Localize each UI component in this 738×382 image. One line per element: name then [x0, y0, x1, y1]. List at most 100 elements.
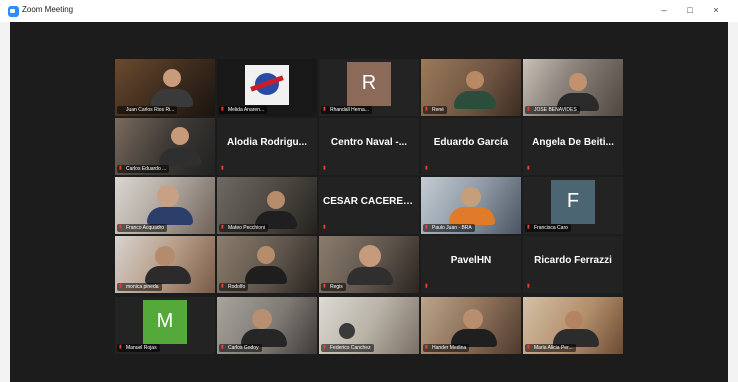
participant-name: CESAR CACERES... — [323, 196, 415, 207]
mic-muted-icon: ▮ — [119, 283, 122, 289]
person-body — [245, 266, 287, 284]
participant-name-label: ▮ Mateo Pecchioni — [219, 224, 268, 232]
person-head — [461, 187, 481, 207]
participant-tile[interactable]: Ricardo Ferrazzi ▮ — [523, 236, 623, 293]
mic-muted-icon: ▮ — [527, 344, 530, 350]
person-head — [463, 309, 483, 329]
mic-muted-icon: ▮ — [527, 224, 530, 230]
person-body — [145, 266, 191, 284]
participant-tile[interactable]: R ▮ Rhandall Herna... — [319, 59, 419, 116]
restore-button[interactable]: □ — [680, 3, 700, 17]
participant-tile[interactable]: CESAR CACERES... ▮ — [319, 177, 419, 234]
mic-muted-icon: ▮ — [323, 344, 326, 350]
participant-name-label: ▮ Melida Anaren... — [219, 106, 268, 114]
participant-name-label: ▮ Manuel Rojas — [117, 344, 160, 352]
participant-tile[interactable]: Angela De Beiti... ▮ — [523, 118, 623, 175]
person-head — [569, 73, 587, 91]
participant-name-label: ▮ Rodolfo — [219, 283, 249, 291]
participant-name-label: ▮ Rhandall Herna... — [321, 106, 372, 114]
person-head — [163, 69, 181, 87]
avatar: R — [347, 61, 391, 106]
person-body — [449, 207, 495, 225]
person-body — [159, 148, 201, 166]
person-head — [267, 191, 285, 209]
mic-muted-icon: ▮ — [119, 165, 122, 171]
minimize-button[interactable]: – — [654, 3, 674, 17]
participant-tile[interactable]: PavelHN ▮ — [421, 236, 521, 293]
participant-name: Centro Naval -... — [330, 137, 408, 148]
participant-tile[interactable]: Juan Carlos Rios Ri... — [115, 59, 215, 116]
participant-tile[interactable]: Centro Naval -... ▮ — [319, 118, 419, 175]
close-button[interactable]: × — [706, 3, 726, 17]
participant-name-label: ▮ Hander Medina — [423, 344, 470, 352]
person-head — [339, 323, 355, 339]
zoom-app-icon — [8, 6, 19, 17]
mic-muted-icon: ▮ — [119, 344, 122, 350]
participant-tile[interactable]: ▮ Maria Alicia Per... — [523, 297, 623, 354]
participant-tile[interactable]: F ▮ Francisca Caro — [523, 177, 623, 234]
participant-name-label: ▮ Federico Canchez — [321, 344, 374, 352]
participant-name-label: ▮ Franco Acquadro — [117, 224, 168, 232]
participant-tile[interactable]: ▮ René — [421, 59, 521, 116]
participant-tile[interactable]: ▮ Regis — [319, 236, 419, 293]
participant-tile[interactable]: ▮ Carlos Eduardo ... — [115, 118, 215, 175]
participant-tile[interactable]: ▮ Mateo Pecchioni — [217, 177, 317, 234]
participant-name-label: Juan Carlos Rios Ri... — [117, 106, 178, 114]
participant-tile[interactable]: ▮ Paulo Juan - BRA — [421, 177, 521, 234]
avatar: M — [143, 299, 187, 344]
participant-name-label: ▮ Paulo Juan - BRA — [423, 224, 475, 232]
participant-tile[interactable]: M ▮ Manuel Rojas — [115, 297, 215, 354]
participant-name-label: ▮ JOSE BENAVIDES — [525, 106, 580, 114]
participant-name-label: ▮ Regis — [321, 283, 346, 291]
mic-muted-icon: ▮ — [425, 344, 428, 350]
mic-muted-icon: ▮ — [221, 283, 224, 289]
participant-tile[interactable]: ▮ JOSE BENAVIDES — [523, 59, 623, 116]
mic-muted-icon: ▮ — [527, 283, 530, 289]
participant-name-label: ▮ Carlos Eduardo ... — [117, 165, 170, 173]
participant-name-label: ▮ Francisca Caro — [525, 224, 571, 232]
participant-name-label: ▮ René — [423, 106, 447, 114]
window-title: Zoom Meeting — [22, 5, 74, 14]
mic-muted-icon: ▮ — [221, 106, 224, 112]
mic-muted-icon: ▮ — [425, 165, 428, 171]
participant-tile[interactable]: ▮ Hander Medina — [421, 297, 521, 354]
participant-name: Angela De Beiti... — [532, 137, 614, 148]
window-titlebar: Zoom Meeting – □ × — [0, 0, 738, 22]
avatar: F — [551, 179, 595, 224]
person-body — [147, 207, 193, 225]
mic-muted-icon: ▮ — [323, 106, 326, 112]
mic-muted-icon: ▮ — [221, 165, 224, 171]
participant-name: Eduardo García — [433, 137, 509, 148]
participant-tile[interactable]: ▮ Federico Canchez — [319, 297, 419, 354]
person-head — [466, 71, 484, 89]
mic-muted-icon: ▮ — [527, 165, 530, 171]
participant-name-label: ▮ Maria Alicia Per... — [525, 344, 576, 352]
mic-muted-icon: ▮ — [119, 224, 122, 230]
participant-name-label: ▮ monica pineda — [117, 283, 162, 291]
participant-tile[interactable]: Eduardo García ▮ — [421, 118, 521, 175]
mic-muted-icon: ▮ — [425, 106, 428, 112]
participant-tile[interactable]: ▮ Carlos Godoy — [217, 297, 317, 354]
person-body — [454, 91, 496, 109]
participant-tile[interactable]: ▮ Rodolfo — [217, 236, 317, 293]
gallery-view: Juan Carlos Rios Ri... ▮ Melida Anaren...… — [10, 22, 728, 382]
person-body — [347, 267, 393, 285]
participant-tile[interactable]: Alodia Rodrigu... ▮ — [217, 118, 317, 175]
person-head — [157, 185, 179, 207]
participant-tile[interactable]: ▮ monica pineda — [115, 236, 215, 293]
person-head — [171, 127, 189, 145]
person-head — [155, 246, 175, 266]
mic-muted-icon: ▮ — [527, 106, 530, 112]
person-head — [565, 311, 583, 329]
profile-image — [245, 65, 289, 105]
participant-name: PavelHN — [450, 255, 492, 266]
participant-tile[interactable]: ▮ Melida Anaren... — [217, 59, 317, 116]
person-head — [257, 246, 275, 264]
participant-tile[interactable]: ▮ Franco Acquadro — [115, 177, 215, 234]
mic-muted-icon: ▮ — [323, 165, 326, 171]
mic-muted-icon: ▮ — [425, 283, 428, 289]
person-head — [359, 245, 381, 267]
participant-name-label: ▮ Carlos Godoy — [219, 344, 262, 352]
mic-muted-icon: ▮ — [425, 224, 428, 230]
mic-muted-icon: ▮ — [323, 283, 326, 289]
